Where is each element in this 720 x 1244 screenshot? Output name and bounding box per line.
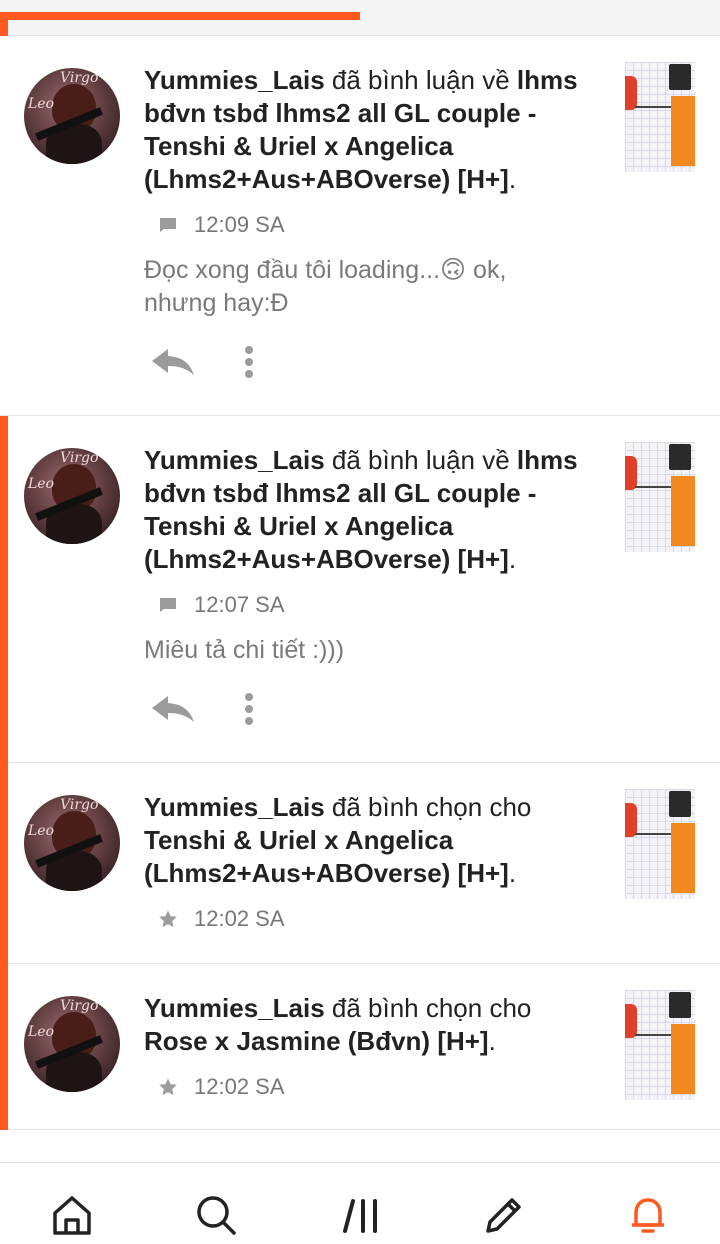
notification-content: Yummies_Lais đã bình chọn cho Tenshi & U… — [144, 791, 584, 934]
avatar[interactable]: Virgo Leo — [24, 68, 120, 164]
nav-home[interactable] — [48, 1191, 96, 1239]
timestamp: 12:02 SA — [194, 1074, 285, 1099]
story-cover-thumbnail[interactable] — [625, 789, 695, 899]
search-icon — [197, 1196, 236, 1235]
notification-actions — [150, 342, 254, 382]
nav-library[interactable] — [337, 1191, 385, 1239]
nav-notifications[interactable] — [624, 1191, 672, 1239]
timestamp: 12:02 SA — [194, 906, 285, 931]
star-icon — [159, 910, 177, 927]
more-options-icon[interactable] — [244, 345, 254, 379]
comment-icon — [160, 598, 176, 612]
action-text: đã bình luận về — [324, 65, 517, 95]
notification-content: Yummies_Lais đã bình luận về lhms bđvn t… — [144, 64, 584, 320]
reading-progress-fill — [0, 12, 360, 20]
bottom-navigation — [0, 1162, 720, 1244]
notification-headline[interactable]: Yummies_Lais đã bình chọn cho Rose x Jas… — [144, 992, 584, 1058]
notification-headline[interactable]: Yummies_Lais đã bình luận về lhms bđvn t… — [144, 64, 584, 196]
notification-headline[interactable]: Yummies_Lais đã bình luận về lhms bđvn t… — [144, 444, 584, 576]
notification-meta: 12:02 SA — [158, 1072, 584, 1102]
story-title[interactable]: Tenshi & Uriel x Angelica (Lhms2+Aus+ABO… — [144, 825, 509, 888]
avatar[interactable]: Virgo Leo — [24, 448, 120, 544]
comment-text: Đọc xong đầu tôi loading...🙃 ok, nhưng h… — [144, 256, 507, 317]
username[interactable]: Yummies_Lais — [144, 445, 325, 475]
notification-item[interactable]: Virgo Leo Yummies_Lais đã bình luận về lh… — [0, 36, 720, 416]
notification-item[interactable]: Virgo Leo Yummies_Lais đã bình chọn cho T… — [0, 763, 720, 964]
star-icon — [159, 1078, 177, 1095]
notification-meta: 12:07 SA — [158, 590, 584, 620]
reply-icon[interactable] — [150, 694, 196, 724]
comment-icon — [160, 218, 176, 232]
action-text: đã bình chọn cho — [324, 993, 532, 1023]
notification-actions — [150, 689, 254, 729]
notification-item[interactable]: Virgo Leo Yummies_Lais đã bình luận về lh… — [0, 416, 720, 763]
more-options-icon[interactable] — [244, 692, 254, 726]
write-icon — [486, 1198, 521, 1233]
username[interactable]: Yummies_Lais — [144, 792, 325, 822]
nav-search[interactable] — [192, 1191, 240, 1239]
action-text: đã bình luận về — [324, 445, 517, 475]
reading-progress-track — [0, 0, 720, 36]
notification-item[interactable]: Virgo Leo Yummies_Lais đã bình chọn cho R… — [0, 964, 720, 1130]
library-icon — [343, 1199, 377, 1233]
timestamp: 12:09 SA — [194, 212, 285, 237]
username[interactable]: Yummies_Lais — [144, 65, 325, 95]
comment-text: Miêu tả chi tiết :))) — [144, 636, 345, 664]
action-text: đã bình chọn cho — [324, 792, 532, 822]
notification-headline[interactable]: Yummies_Lais đã bình chọn cho Tenshi & U… — [144, 791, 584, 890]
timestamp: 12:07 SA — [194, 592, 285, 617]
reply-icon[interactable] — [150, 347, 196, 377]
story-cover-thumbnail[interactable] — [625, 62, 695, 172]
progress-edge — [0, 20, 8, 36]
username[interactable]: Yummies_Lais — [144, 993, 325, 1023]
story-cover-thumbnail[interactable] — [625, 990, 695, 1100]
bell-icon — [632, 1198, 664, 1233]
notification-meta: 12:02 SA — [158, 904, 584, 934]
nav-write[interactable] — [480, 1191, 528, 1239]
home-icon — [53, 1196, 91, 1235]
avatar[interactable]: Virgo Leo — [24, 795, 120, 891]
notification-content: Yummies_Lais đã bình chọn cho Rose x Jas… — [144, 992, 584, 1102]
notification-meta: 12:09 SA — [158, 210, 584, 240]
story-cover-thumbnail[interactable] — [625, 442, 695, 552]
notification-content: Yummies_Lais đã bình luận về lhms bđvn t… — [144, 444, 584, 667]
story-title[interactable]: Rose x Jasmine (Bđvn) [H+] — [144, 1026, 489, 1056]
notification-feed: Virgo Leo Yummies_Lais đã bình luận về lh… — [0, 36, 720, 1130]
avatar[interactable]: Virgo Leo — [24, 996, 120, 1092]
